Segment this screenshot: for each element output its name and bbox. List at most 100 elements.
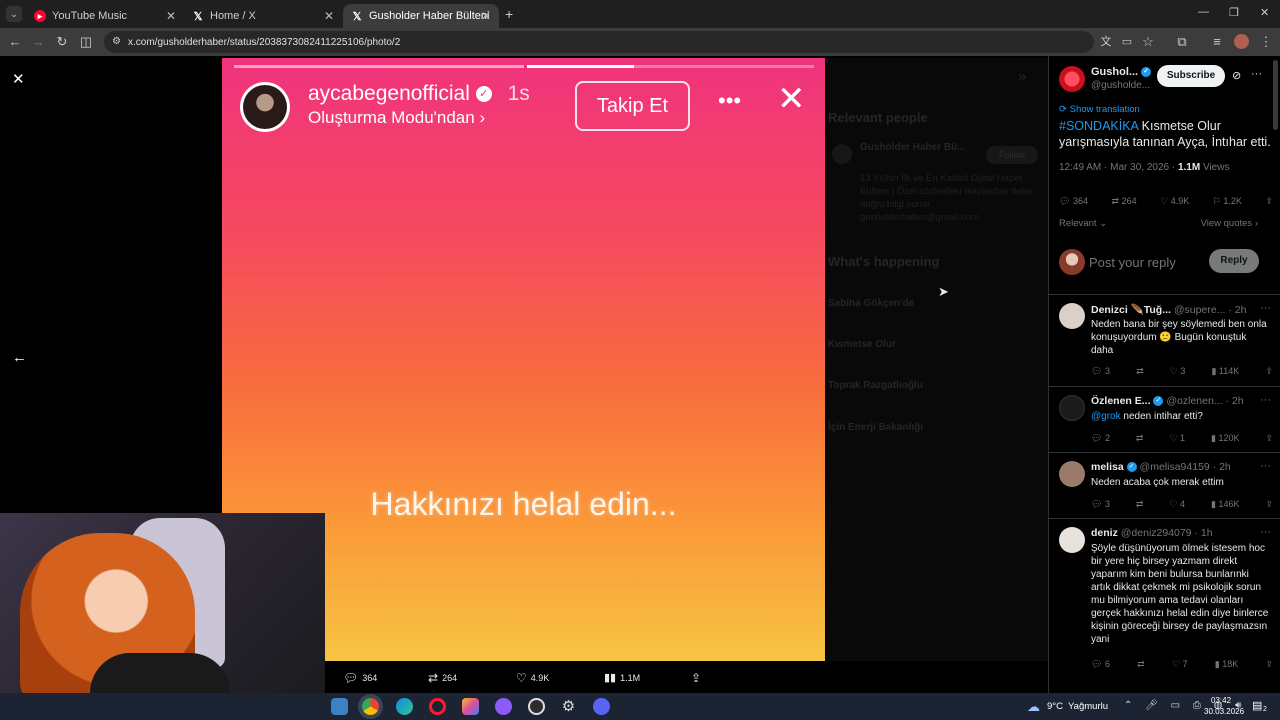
repost-action[interactable]: ⇄ 264: [428, 671, 457, 685]
like-count[interactable]: ♡ 3: [1170, 366, 1186, 377]
view-quotes-link[interactable]: View quotes ›: [1201, 218, 1258, 229]
chrome-icon[interactable]: [362, 698, 379, 715]
author-name[interactable]: Gushol... ✓: [1091, 66, 1152, 78]
more-options-icon[interactable]: ···: [1260, 526, 1271, 538]
reply-item[interactable]: deniz @deniz294079 · 1h ··· Şöyle düşünü…: [1049, 518, 1280, 678]
share-icon[interactable]: ⇪: [1265, 499, 1273, 510]
like-action[interactable]: ♡ 4.9K: [516, 671, 549, 685]
repost-icon[interactable]: ⇄: [1136, 433, 1144, 444]
repost-icon[interactable]: ⇄: [1137, 659, 1145, 670]
show-translation-link[interactable]: ⟳ Show translation: [1059, 104, 1140, 115]
share-icon[interactable]: ⇪: [1265, 433, 1273, 444]
photo-action-bar: 💬︎ 364 ⇄ 264 ♡ 4.9K ▮▮ 1.1M ⇪: [325, 661, 1048, 693]
views-count[interactable]: ▮ 114K: [1211, 366, 1239, 377]
story-close-icon[interactable]: ✕: [777, 82, 806, 116]
repost-count[interactable]: ⇄ 264: [1112, 196, 1137, 207]
tab-gusholder-status[interactable]: 𝕏 Gusholder Haber Bülteni on X: ✕: [343, 4, 499, 28]
account-avatar: [832, 144, 852, 164]
author-avatar[interactable]: [1059, 66, 1085, 92]
cast-icon[interactable]: ▭: [1119, 34, 1135, 50]
avatar[interactable]: [1059, 395, 1085, 421]
follow-story-button[interactable]: Takip Et: [575, 81, 690, 131]
views-count[interactable]: ▮ 18K: [1215, 659, 1238, 670]
app-icon[interactable]: [495, 698, 512, 715]
close-window-button[interactable]: ✕: [1260, 6, 1269, 19]
new-tab-button[interactable]: +: [505, 6, 513, 22]
sidebar-icon[interactable]: ◫: [78, 34, 94, 50]
more-options-icon[interactable]: ···: [1260, 394, 1271, 406]
reply-count[interactable]: 💬︎ 3: [1091, 499, 1110, 510]
avatar[interactable]: [1059, 527, 1085, 553]
reply-item[interactable]: Özlenen E... ✓ @ozlenen... · 2h ··· @gro…: [1049, 386, 1280, 452]
close-tab-icon[interactable]: ✕: [324, 9, 334, 23]
story-more-icon[interactable]: •••: [718, 88, 741, 114]
share-icon[interactable]: ⇪: [1265, 196, 1273, 207]
settings-icon[interactable]: ⚙: [560, 698, 577, 715]
tab-home-x[interactable]: 𝕏 Home / X ✕: [184, 4, 342, 28]
views-count[interactable]: ▮ 120K: [1211, 433, 1239, 444]
profile-avatar[interactable]: [1234, 34, 1249, 49]
subscribe-button[interactable]: Subscribe: [1157, 65, 1225, 87]
sort-dropdown[interactable]: Relevant ⌄: [1059, 218, 1107, 229]
bookmark-count[interactable]: ⚐ 1.2K: [1213, 196, 1242, 207]
site-info-icon[interactable]: ⚙: [112, 36, 121, 47]
back-icon[interactable]: ←: [7, 34, 23, 50]
tab-search-button[interactable]: ⌄: [6, 6, 22, 22]
grok-icon[interactable]: ⊘: [1232, 69, 1241, 82]
restore-button[interactable]: ❐: [1229, 6, 1239, 19]
minimize-button[interactable]: —: [1198, 6, 1209, 18]
mention-link[interactable]: @grok: [1091, 411, 1121, 422]
reply-count[interactable]: 💬︎ 2: [1091, 433, 1110, 444]
reply-count[interactable]: 💬︎ 364: [1059, 196, 1088, 207]
more-options-icon[interactable]: ···: [1251, 68, 1262, 80]
more-options-icon[interactable]: ···: [1260, 460, 1271, 472]
scrollbar[interactable]: [1273, 60, 1278, 130]
like-count[interactable]: ♡ 4: [1169, 499, 1185, 510]
reply-action[interactable]: 💬︎ 364: [343, 671, 377, 685]
share-icon[interactable]: ⇪: [1265, 659, 1273, 670]
like-count[interactable]: ♡ 7: [1172, 659, 1188, 670]
address-bar[interactable]: ⚙ x.com/gusholderhaber/status/2038373082…: [104, 31, 1094, 53]
close-tab-icon[interactable]: ✕: [481, 9, 491, 23]
reply-count[interactable]: 💬︎ 3: [1091, 366, 1110, 377]
tweet-meta: 12:49 AM · Mar 30, 2026 · 1.1M Views: [1059, 162, 1230, 173]
avatar[interactable]: [1059, 461, 1085, 487]
forward-icon[interactable]: →: [30, 34, 46, 50]
bookmark-star-icon[interactable]: ☆: [1140, 34, 1156, 50]
file-explorer-icon[interactable]: [331, 698, 348, 715]
like-count[interactable]: ♡ 1: [1169, 433, 1185, 444]
reply-input[interactable]: [1089, 250, 1201, 274]
opera-icon[interactable]: [429, 698, 446, 715]
translate-icon[interactable]: 文: [1098, 34, 1114, 50]
app-icon[interactable]: [462, 698, 479, 715]
reply-item[interactable]: Denizci 🪶Tuğ... @supere... · 2h ··· Nede…: [1049, 294, 1280, 386]
views-count[interactable]: ▮ 146K: [1211, 499, 1239, 510]
views-action[interactable]: ▮▮ 1.1M: [604, 671, 640, 684]
clock-date[interactable]: 30.03.2026: [1204, 707, 1244, 716]
clock-time[interactable]: 03:42: [1211, 696, 1231, 705]
reply-item[interactable]: melisa ✓ @melisa94159 · 2h ··· Neden aca…: [1049, 452, 1280, 518]
share-action[interactable]: ⇪: [691, 671, 701, 685]
like-count[interactable]: ♡ 4.9K: [1160, 196, 1189, 207]
weather-text[interactable]: 9°C Yağmurlu: [1047, 701, 1108, 712]
share-icon[interactable]: ⇪: [1265, 366, 1273, 377]
close-tab-icon[interactable]: ✕: [166, 9, 176, 23]
repost-icon[interactable]: ⇄: [1136, 366, 1144, 377]
previous-photo-icon[interactable]: ←: [12, 349, 27, 366]
extensions-icon[interactable]: ⧉: [1174, 34, 1190, 50]
tab-youtube-music[interactable]: ▸ YouTube Music ✕: [26, 4, 184, 28]
notifications-icon[interactable]: ▤: [1252, 699, 1262, 712]
repost-icon[interactable]: ⇄: [1136, 499, 1144, 510]
discord-icon[interactable]: [593, 698, 610, 715]
reply-count[interactable]: 💬︎ 6: [1091, 659, 1110, 670]
reply-button[interactable]: Reply: [1209, 249, 1259, 273]
hashtag-link[interactable]: #SONDAKİKA: [1059, 119, 1138, 133]
menu-icon[interactable]: ⋮: [1258, 34, 1274, 50]
obs-icon[interactable]: [528, 698, 545, 715]
close-viewer-icon[interactable]: ✕: [12, 70, 25, 88]
avatar[interactable]: [1059, 303, 1085, 329]
reload-icon[interactable]: ↻: [54, 34, 70, 50]
reading-list-icon[interactable]: ≡: [1209, 34, 1225, 50]
edge-icon[interactable]: [396, 698, 413, 715]
more-options-icon[interactable]: ···: [1260, 302, 1271, 314]
